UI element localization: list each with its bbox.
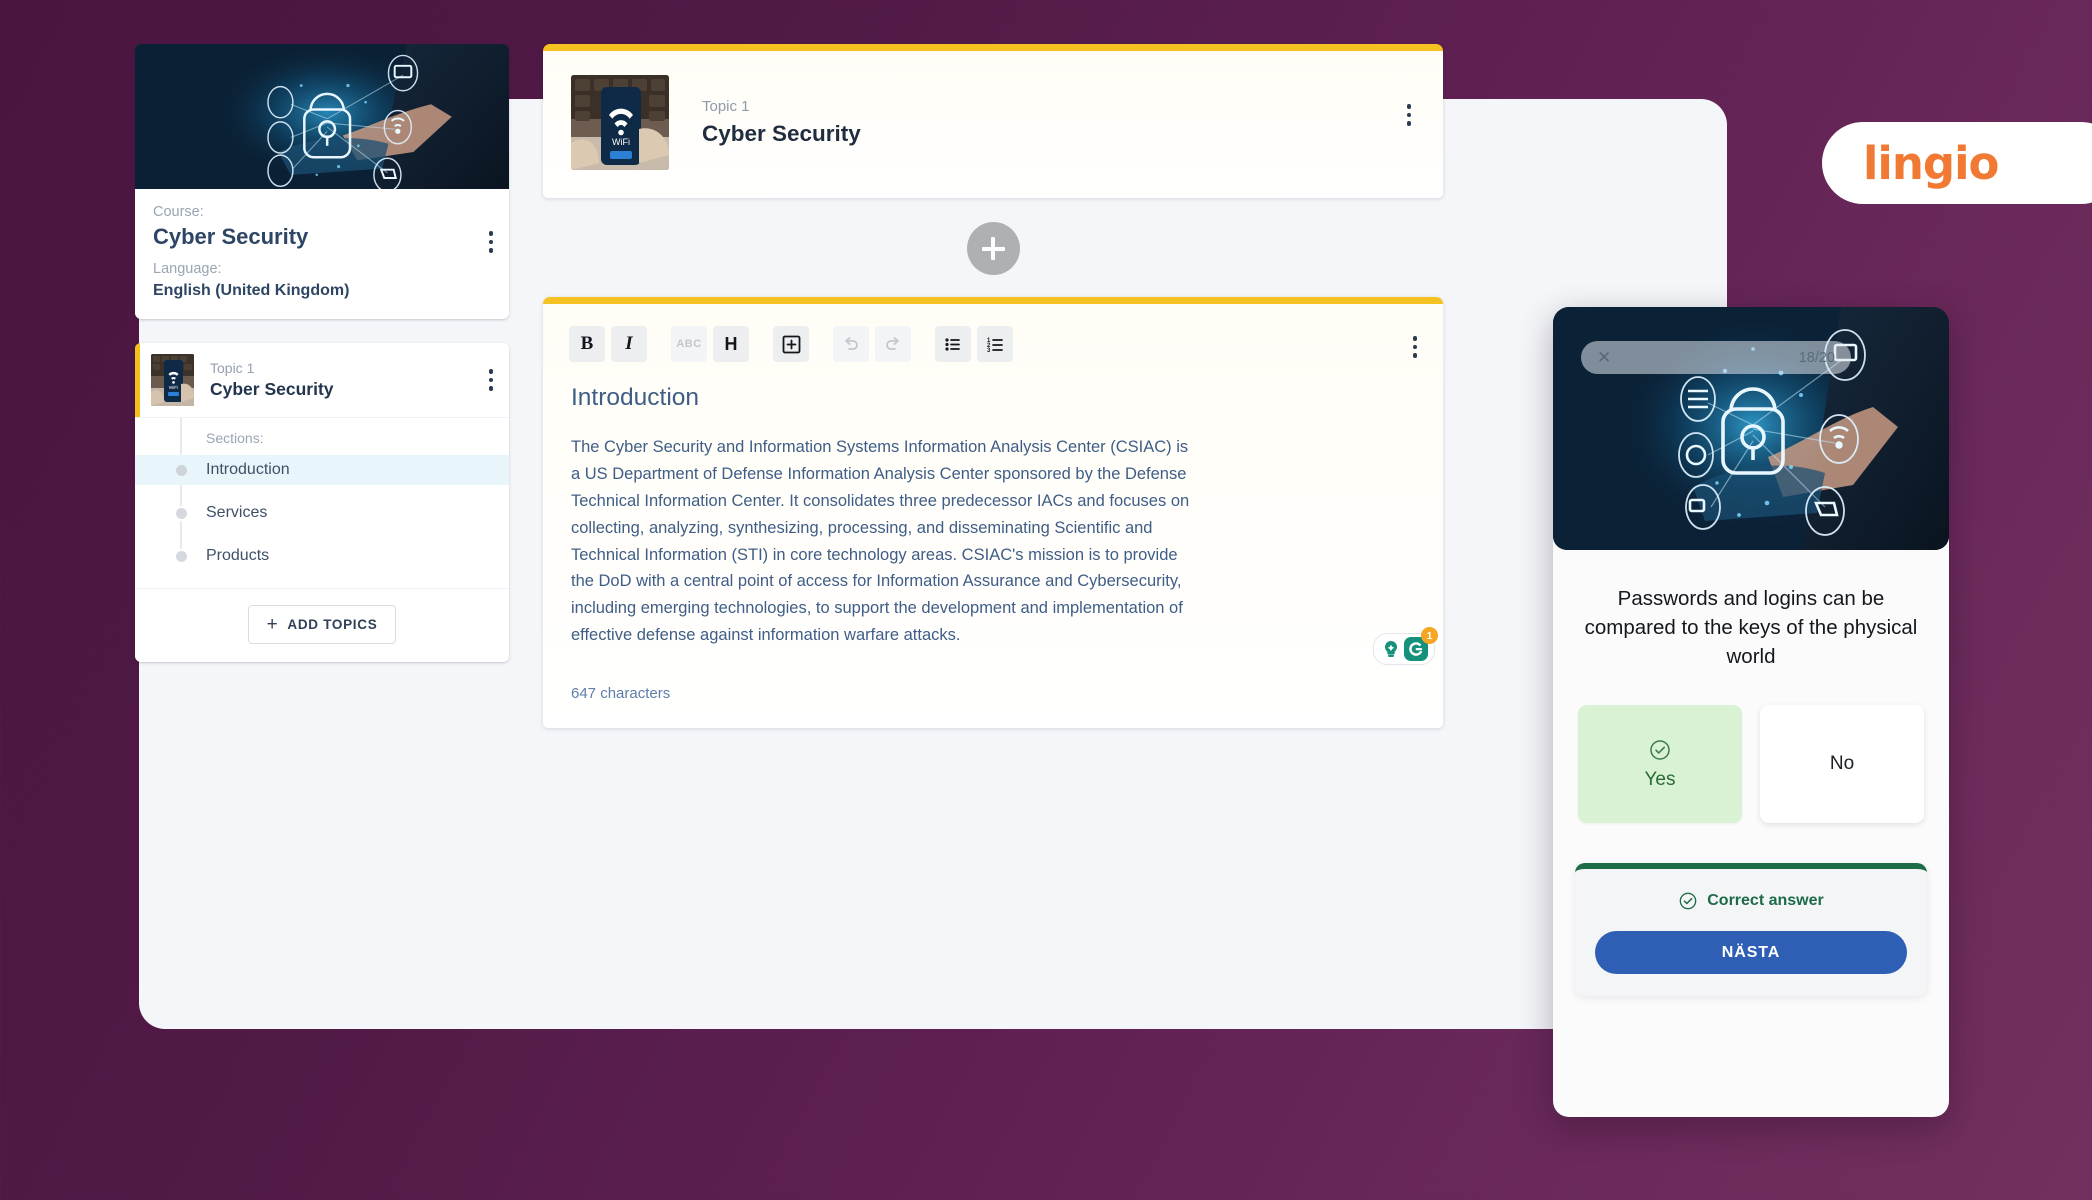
lightbulb-icon xyxy=(1385,641,1397,658)
course-meta: Course: Cyber Security Language: English… xyxy=(135,189,509,319)
add-topics-row: + ADD TOPICS xyxy=(135,588,509,662)
document-heading: Introduction xyxy=(571,384,700,411)
topic-banner-card: WiFi Topic 1 Cyber Security xyxy=(543,44,1443,198)
answer-label: No xyxy=(1829,753,1855,775)
sidebar-item-services[interactable]: Services xyxy=(135,498,509,528)
section-dot-icon xyxy=(173,548,189,564)
topic-banner-label: Topic 1 xyxy=(702,98,750,116)
lesson-progress-pill: ✕ 18/20 xyxy=(1581,341,1851,374)
answer-label: Yes xyxy=(1644,768,1676,790)
editor-kebab-menu-icon[interactable] xyxy=(1412,336,1417,358)
topic-kebab-menu-icon[interactable] xyxy=(488,369,493,391)
sidebar-item-introduction[interactable]: Introduction xyxy=(135,455,509,486)
plus-icon xyxy=(981,237,1005,260)
language-label: Language: xyxy=(153,260,222,277)
character-count: 647 characters xyxy=(571,685,671,703)
section-label: Services xyxy=(206,504,268,522)
check-circle-icon xyxy=(1650,740,1670,760)
undo-button[interactable] xyxy=(833,326,869,362)
boxplus-icon xyxy=(782,335,800,353)
redo-icon xyxy=(886,337,899,350)
svg-text:WiFi: WiFi xyxy=(612,137,630,147)
heading-button[interactable]: H xyxy=(713,326,749,362)
feedback-status: Correct answer xyxy=(1595,891,1907,911)
plus-icon: + xyxy=(266,614,279,636)
phone-hero-image: ✕ 18/20 xyxy=(1553,307,1949,550)
sections-list: Sections: Introduction Services Products xyxy=(135,417,509,588)
progress-counter: 18/20 xyxy=(1798,349,1835,366)
add-section-button[interactable] xyxy=(966,222,1020,275)
feedback-text: Correct answer xyxy=(1707,892,1824,910)
bullet-list-icon xyxy=(945,338,960,351)
section-label: Introduction xyxy=(206,461,290,479)
course-label: Course: xyxy=(153,204,204,220)
svg-text:3: 3 xyxy=(987,348,991,354)
logo-text: lingio xyxy=(1863,136,1999,190)
sidebar: Course: Cyber Security Language: English… xyxy=(135,44,509,663)
svg-text:WiFi: WiFi xyxy=(169,385,178,390)
cyber-security-illustration xyxy=(135,44,509,189)
insert-block-button[interactable] xyxy=(773,326,809,362)
redo-button[interactable] xyxy=(875,326,911,362)
language-value: English (United Kingdom) xyxy=(153,281,350,299)
answer-option-no[interactable]: No xyxy=(1760,705,1924,824)
bold-button[interactable]: B xyxy=(569,326,605,362)
topic-banner-kebab-menu-icon[interactable] xyxy=(1406,104,1411,126)
add-section-row xyxy=(543,198,1443,297)
sections-label: Sections: xyxy=(206,430,264,447)
topic-label: Topic 1 xyxy=(210,359,255,376)
topic-name: Cyber Security xyxy=(210,379,334,400)
course-thumbnail xyxy=(135,44,509,189)
section-editor-card: B I ABC H 1 2 3 Introduction The Cyber S… xyxy=(543,297,1443,729)
italic-button[interactable]: I xyxy=(611,326,647,362)
add-topics-button[interactable]: + ADD TOPICS xyxy=(247,605,397,645)
numbered-list-button[interactable]: 123 xyxy=(977,326,1013,362)
add-topics-label: ADD TOPICS xyxy=(287,617,378,633)
topic-banner-title: Cyber Security xyxy=(702,120,861,146)
editor-body[interactable]: Introduction The Cyber Security and Info… xyxy=(543,368,1443,666)
section-dot-icon xyxy=(173,505,189,521)
feedback-card: Correct answer NÄSTA xyxy=(1575,863,1927,997)
undo-icon xyxy=(845,337,858,350)
topics-card: WiFi Topic 1 Cyber Security Sections: In… xyxy=(135,343,509,663)
numbered-list-icon: 123 xyxy=(987,338,1003,354)
bullet-list-button[interactable] xyxy=(935,326,971,362)
check-circle-icon xyxy=(1679,892,1697,910)
course-name: Cyber Security xyxy=(153,224,309,250)
editor-toolbar: B I ABC H 1 2 3 xyxy=(543,304,1443,368)
topic-banner-thumbnail: WiFi xyxy=(571,75,669,170)
quiz-question: Passwords and logins can be compared to … xyxy=(1584,587,1918,669)
course-card: Course: Cyber Security Language: English… xyxy=(135,44,509,320)
section-label: Products xyxy=(206,547,270,565)
sidebar-item-products[interactable]: Products xyxy=(135,541,509,571)
main-content: WiFi Topic 1 Cyber Security B I ABC H 1 … xyxy=(543,44,1443,729)
topic-row[interactable]: WiFi Topic 1 Cyber Security xyxy=(135,343,509,418)
phone-wifi-illustration: WiFi xyxy=(151,354,194,407)
grammarly-badge[interactable]: 1 xyxy=(1373,627,1438,666)
close-icon[interactable]: ✕ xyxy=(1597,349,1611,366)
phone-wifi-illustration: WiFi xyxy=(571,75,669,170)
grammarly-suggestion-count: 1 xyxy=(1421,627,1438,645)
section-dot-icon xyxy=(173,462,189,478)
course-kebab-menu-icon[interactable] xyxy=(488,231,493,253)
answer-option-yes[interactable]: Yes xyxy=(1578,705,1742,824)
quiz-answers: Yes No xyxy=(1553,671,1949,824)
strikethrough-button[interactable]: ABC xyxy=(671,326,707,362)
topic-thumbnail: WiFi xyxy=(151,354,194,407)
next-button[interactable]: NÄSTA xyxy=(1595,931,1907,975)
document-paragraph: The Cyber Security and Information Syste… xyxy=(571,438,1190,645)
lingio-logo: lingio xyxy=(1822,122,2092,204)
phone-preview-panel: ✕ 18/20 Passwords and logins can be comp… xyxy=(1553,307,1949,1117)
